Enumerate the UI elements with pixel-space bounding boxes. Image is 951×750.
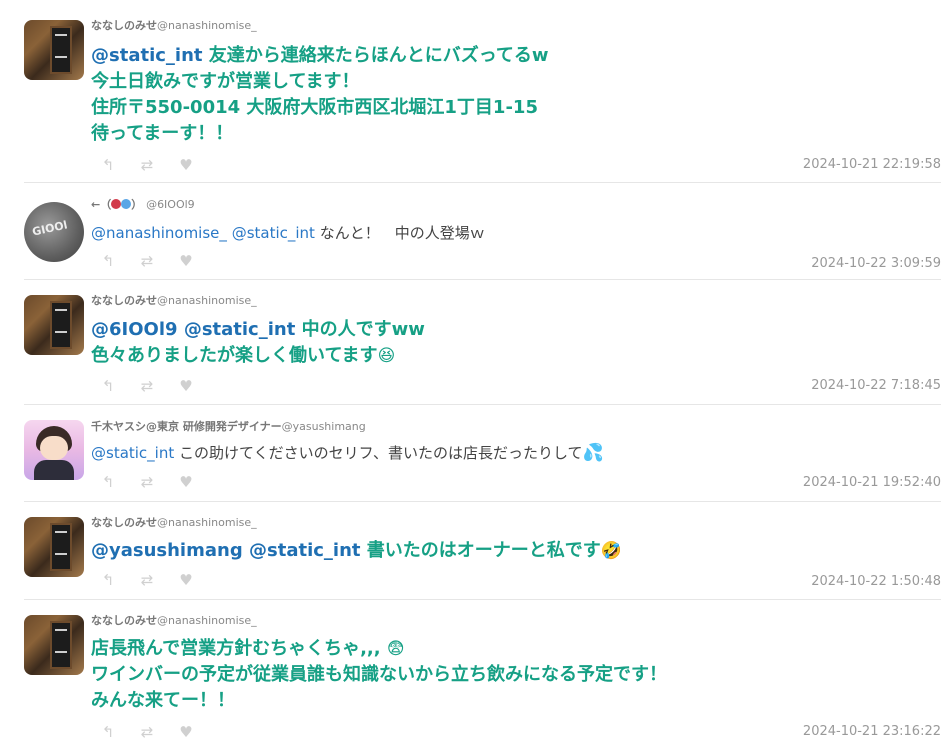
user-handle: @nanashinomise_: [157, 19, 257, 32]
avatar[interactable]: [24, 517, 84, 577]
body-text: この助けてくださいのセリフ、書いたのは店長だったりして: [174, 444, 583, 462]
reply-icon[interactable]: ↰: [100, 572, 116, 588]
avatar[interactable]: [24, 20, 84, 80]
mention-link[interactable]: @static_int: [249, 540, 361, 561]
retweet-icon[interactable]: ⇄: [139, 572, 155, 588]
user-name-line[interactable]: ななしのみせ@nanashinomise_: [91, 612, 257, 628]
mention-link[interactable]: @static_int: [91, 45, 203, 66]
like-icon[interactable]: ♥: [178, 253, 194, 269]
user-name-line[interactable]: ななしのみせ@nanashinomise_: [91, 514, 257, 530]
mention-link[interactable]: @6IOOl9: [91, 319, 178, 340]
tweet-body: @static_int 友達から連絡来たらほんとにバズってるw 今土日飲みですが…: [91, 43, 549, 147]
tweet-body: @static_int この助けてくださいのセリフ、書いたのは店長だったりして💦: [91, 443, 604, 463]
user-handle: @nanashinomise_: [157, 614, 257, 627]
tweet: ななしのみせ@nanashinomise_ @static_int 友達から連絡…: [24, 0, 941, 183]
sweat-droplets-emoji: 💦: [582, 443, 604, 463]
body-line: 店長飛んで営業方針むちゃくちゃ,,, 😨: [91, 636, 667, 662]
body-line: 待ってまーす！！: [91, 123, 234, 144]
user-handle: @nanashinomise_: [157, 294, 257, 307]
tweet-actions: ↰ ⇄ ♥: [100, 251, 217, 269]
grinning-squint-emoji: 😆: [377, 346, 396, 366]
user-name-line[interactable]: ななしのみせ@nanashinomise_: [91, 17, 257, 33]
display-name: ←（: [91, 198, 112, 211]
like-icon[interactable]: ♥: [178, 572, 194, 588]
tweet: ななしのみせ@nanashinomise_ @6IOOl9 @static_in…: [24, 280, 941, 405]
tweet-actions: ↰ ⇄ ♥: [100, 155, 217, 173]
user-handle: @yasushimang: [281, 420, 366, 433]
mention-link[interactable]: @yasushimang: [91, 540, 243, 561]
tweet-body: 店長飛んで営業方針むちゃくちゃ,,, 😨 ワインバーの予定が従業員誰も知識ないか…: [91, 636, 667, 714]
mention-link[interactable]: @nanashinomise_: [91, 224, 227, 242]
reply-icon[interactable]: ↰: [100, 724, 116, 740]
tweet-body: @nanashinomise_ @static_int なんと！ 中の人登場ｗ: [91, 223, 485, 243]
timestamp[interactable]: 2024-10-21 23:16:22: [803, 724, 941, 739]
body-text: なんと！ 中の人登場ｗ: [314, 224, 485, 242]
body-text: 書いたのはオーナーと私です: [360, 540, 601, 561]
body-line: @static_int 友達から連絡来たらほんとにバズってるw: [91, 43, 549, 69]
timestamp[interactable]: 2024-10-21 19:52:40: [803, 475, 941, 490]
body-line: @6IOOl9 @static_int 中の人ですww: [91, 317, 425, 343]
body-text: 店長飛んで営業方針むちゃくちゃ,,,: [91, 638, 387, 659]
tweet-actions: ↰ ⇄ ♥: [100, 570, 217, 588]
like-icon[interactable]: ♥: [178, 724, 194, 740]
body-line: 住所〒550-0014 大阪府大阪市西区北堀江1丁目1-15: [91, 97, 538, 118]
blue-circle-icon: [121, 199, 132, 209]
avatar[interactable]: GIOOl: [24, 202, 84, 262]
like-icon[interactable]: ♥: [178, 157, 194, 173]
mention-link[interactable]: @static_int: [91, 444, 174, 462]
display-name-suffix: ）: [131, 198, 143, 211]
tweet-actions: ↰ ⇄ ♥: [100, 472, 217, 490]
like-icon[interactable]: ♥: [178, 474, 194, 490]
mention-link[interactable]: @static_int: [184, 319, 296, 340]
mention-link[interactable]: @static_int: [232, 224, 315, 242]
tweet: GIOOl ←（ ） @6IOOl9 @nanashinomise_ @stati…: [24, 183, 941, 280]
body-text: 友達から連絡来たらほんとにバズってるw: [202, 45, 549, 66]
retweet-icon[interactable]: ⇄: [139, 378, 155, 394]
user-handle: @nanashinomise_: [157, 516, 257, 529]
body-line: 今土日飲みですが営業してます！: [91, 71, 360, 92]
reply-icon[interactable]: ↰: [100, 474, 116, 490]
tweet-actions: ↰ ⇄ ♥: [100, 376, 217, 394]
user-handle: @6IOOl9: [146, 198, 195, 211]
display-name: ななしのみせ: [91, 19, 157, 32]
display-name: ななしのみせ: [91, 294, 157, 307]
tweet-actions: ↰ ⇄ ♥: [100, 722, 217, 740]
tweet: ななしのみせ@nanashinomise_ 店長飛んで営業方針むちゃくちゃ,,,…: [24, 600, 941, 750]
red-circle-icon: [111, 199, 122, 209]
avatar[interactable]: [24, 615, 84, 675]
tweet-body: @6IOOl9 @static_int 中の人ですww 色々ありましたが楽しく働…: [91, 317, 425, 369]
tweet-body: @yasushimang @static_int 書いたのはオーナーと私です🤣: [91, 538, 622, 564]
tweet: 千木ヤスシ@東京 研修開発デザイナー@yasushimang @static_i…: [24, 405, 941, 502]
body-text: 色々ありましたが楽しく働いてます: [91, 345, 378, 366]
timestamp[interactable]: 2024-10-21 22:19:58: [803, 157, 941, 172]
retweet-icon[interactable]: ⇄: [139, 157, 155, 173]
tweet: ななしのみせ@nanashinomise_ @yasushimang @stat…: [24, 502, 941, 600]
body-line: 色々ありましたが楽しく働いてます😆: [91, 343, 425, 369]
retweet-icon[interactable]: ⇄: [139, 474, 155, 490]
reply-icon[interactable]: ↰: [100, 157, 116, 173]
display-name: 千木ヤスシ@東京 研修開発デザイナー: [91, 420, 282, 433]
timestamp[interactable]: 2024-10-22 1:50:48: [811, 574, 941, 589]
retweet-icon[interactable]: ⇄: [139, 724, 155, 740]
fearful-face-emoji: 😨: [386, 639, 405, 659]
user-name-line[interactable]: ななしのみせ@nanashinomise_: [91, 292, 257, 308]
reply-icon[interactable]: ↰: [100, 253, 116, 269]
user-name-line[interactable]: 千木ヤスシ@東京 研修開発デザイナー@yasushimang: [91, 418, 366, 434]
timestamp[interactable]: 2024-10-22 3:09:59: [811, 256, 941, 271]
user-name-line[interactable]: ←（ ） @6IOOl9: [91, 196, 195, 212]
timestamp[interactable]: 2024-10-22 7:18:45: [811, 378, 941, 393]
display-name: ななしのみせ: [91, 614, 157, 627]
reply-icon[interactable]: ↰: [100, 378, 116, 394]
like-icon[interactable]: ♥: [178, 378, 194, 394]
avatar[interactable]: [24, 420, 84, 480]
body-text: 中の人ですww: [295, 319, 425, 340]
body-line: みんな来てー！！: [91, 690, 235, 711]
display-name: ななしのみせ: [91, 516, 157, 529]
avatar[interactable]: [24, 295, 84, 355]
rolling-laughing-emoji: 🤣: [600, 541, 622, 561]
retweet-icon[interactable]: ⇄: [139, 253, 155, 269]
body-line: ワインバーの予定が従業員誰も知識ないから立ち飲みになる予定です！: [91, 664, 667, 685]
reply-thread: ななしのみせ@nanashinomise_ @static_int 友達から連絡…: [0, 0, 951, 750]
